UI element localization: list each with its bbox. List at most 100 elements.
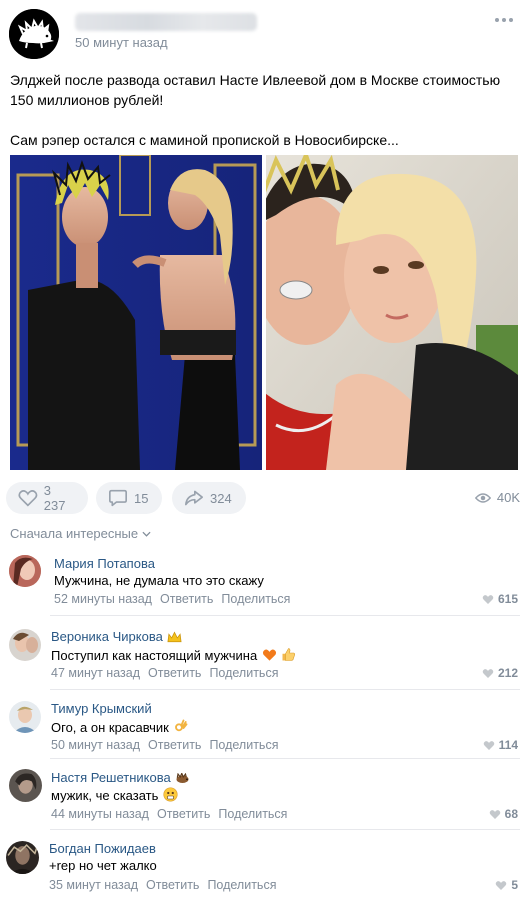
comment-button[interactable]: 15 — [96, 482, 162, 514]
more-options-icon[interactable] — [495, 18, 515, 26]
post-time[interactable]: 50 минут назад — [75, 35, 168, 50]
orange-heart-emoji-icon — [262, 649, 276, 661]
comment-item: Богдан Пожидаев +rep но чет жалко 35 мин… — [0, 838, 530, 900]
comment-meta: 47 минут назад Ответить Поделиться — [51, 666, 278, 680]
comment-author-name: Настя Решетникова — [51, 770, 171, 785]
comment-avatar[interactable] — [9, 701, 41, 733]
comment-bubble-icon — [109, 489, 127, 507]
comment-time[interactable]: 44 минуты назад — [51, 807, 149, 821]
comment-likes[interactable]: 5 — [495, 878, 518, 892]
heart-icon — [496, 880, 507, 890]
reply-link[interactable]: Ответить — [160, 592, 213, 606]
user-photo-icon — [9, 769, 42, 802]
hedgehog-logo-icon — [9, 9, 59, 59]
thumbs-up-emoji-icon — [282, 648, 296, 661]
post-photo-2[interactable] — [266, 155, 518, 470]
comment-item: Настя Решетникова мужик, че сказать 44 м… — [0, 767, 530, 829]
reply-link[interactable]: Ответить — [148, 666, 201, 680]
shocked-face-emoji-icon — [163, 787, 178, 802]
comment-avatar[interactable] — [9, 769, 42, 802]
like-count: 3 237 — [43, 483, 66, 513]
comment-text: Мужчина, не думала что это скажу — [54, 573, 264, 588]
share-link[interactable]: Поделиться — [209, 738, 278, 752]
post-text-line-1: Элджей после развода оставил Насте Ивлее… — [10, 72, 501, 108]
post-header: 50 минут назад — [0, 0, 530, 62]
heart-icon — [482, 668, 494, 678]
photo-couple-stage-illustration — [10, 155, 262, 470]
comment-likes[interactable]: 114 — [483, 738, 518, 752]
comment-avatar[interactable] — [6, 841, 39, 874]
comment-time[interactable]: 50 минут назад — [51, 738, 140, 752]
share-link[interactable]: Поделиться — [207, 878, 276, 892]
comment-like-count: 114 — [498, 738, 518, 752]
comment-avatar[interactable] — [9, 555, 41, 587]
comment-like-count: 615 — [497, 592, 518, 606]
comment-avatar[interactable] — [9, 629, 41, 661]
group-avatar[interactable] — [9, 9, 59, 59]
crown-emoji-icon — [167, 631, 182, 643]
comment-likes[interactable]: 212 — [482, 666, 518, 680]
comment-text-body: мужик, че сказать — [51, 788, 159, 803]
comment-time[interactable]: 52 минуты назад — [54, 592, 152, 606]
comment-likes[interactable]: 68 — [489, 807, 518, 821]
comment-time[interactable]: 35 минут назад — [49, 878, 138, 892]
comment-text: Поступил как настоящий мужчина — [51, 647, 296, 663]
post-text: Элджей после развода оставил Насте Ивлее… — [10, 70, 520, 150]
views-counter: 40K — [474, 490, 520, 505]
chevron-down-icon — [142, 531, 151, 537]
post-actions-bar: 3 237 15 324 40K — [0, 480, 530, 516]
comment-text: +rep но чет жалко — [49, 858, 157, 873]
hedgehog-emoji-icon — [176, 773, 189, 783]
comment-count: 15 — [134, 490, 149, 506]
post-photo-1[interactable] — [10, 155, 262, 470]
ok-hand-emoji-icon — [175, 719, 188, 732]
comment-likes[interactable]: 615 — [482, 592, 518, 606]
comment-meta: 50 минут назад Ответить Поделиться — [51, 738, 278, 752]
comment-text-body: Ого, а он красавчик — [51, 720, 169, 735]
comment-meta: 35 минут назад Ответить Поделиться — [49, 878, 276, 892]
photo-couple-selfie-illustration — [266, 155, 518, 470]
eye-icon — [474, 492, 491, 503]
comment-text: Ого, а он красавчик — [51, 719, 188, 735]
comment-item: Тимур Крымский Ого, а он красавчик 50 ми… — [0, 698, 530, 760]
comment-item: Вероника Чиркова Поступил как настоящий … — [0, 626, 530, 688]
comment-author[interactable]: Тимур Крымский — [51, 701, 152, 716]
post-text-line-2: Сам рэпер остался с маминой пропиской в … — [10, 132, 399, 148]
reply-link[interactable]: Ответить — [157, 807, 210, 821]
comments-sort-dropdown[interactable]: Сначала интересные — [10, 526, 151, 541]
share-link[interactable]: Поделиться — [218, 807, 287, 821]
views-count: 40K — [496, 490, 520, 505]
comment-divider — [50, 689, 520, 690]
comment-author[interactable]: Вероника Чиркова — [51, 629, 182, 644]
comment-like-count: 68 — [504, 807, 518, 821]
share-link[interactable]: Поделиться — [221, 592, 290, 606]
heart-icon — [489, 809, 500, 819]
comment-like-count: 5 — [511, 878, 518, 892]
heart-icon — [483, 740, 494, 750]
reply-link[interactable]: Ответить — [146, 878, 199, 892]
comment-author[interactable]: Мария Потапова — [54, 556, 155, 571]
user-photo-icon — [6, 841, 39, 874]
comment-divider — [50, 829, 520, 830]
comment-author[interactable]: Настя Решетникова — [51, 770, 190, 785]
sort-label: Сначала интересные — [10, 526, 139, 541]
comment-meta: 52 минуты назад Ответить Поделиться — [54, 592, 290, 606]
share-arrow-icon — [185, 490, 203, 506]
share-button[interactable]: 324 — [172, 482, 246, 514]
user-photo-icon — [9, 555, 41, 587]
comment-time[interactable]: 47 минут назад — [51, 666, 140, 680]
user-photo-icon — [9, 629, 41, 661]
share-count: 324 — [210, 490, 232, 506]
comment-like-count: 212 — [497, 666, 518, 680]
comment-item: Мария Потапова Мужчина, не думала что эт… — [0, 552, 530, 614]
heart-icon — [18, 490, 38, 507]
comment-divider — [50, 615, 520, 616]
share-link[interactable]: Поделиться — [209, 666, 278, 680]
comment-text-body: Поступил как настоящий мужчина — [51, 648, 258, 663]
comment-text: мужик, че сказать — [51, 787, 178, 803]
like-button[interactable]: 3 237 — [6, 482, 88, 514]
group-name-blurred[interactable] — [75, 13, 257, 31]
reply-link[interactable]: Ответить — [148, 738, 201, 752]
comment-meta: 44 минуты назад Ответить Поделиться — [51, 807, 287, 821]
comment-author[interactable]: Богдан Пожидаев — [49, 841, 156, 856]
